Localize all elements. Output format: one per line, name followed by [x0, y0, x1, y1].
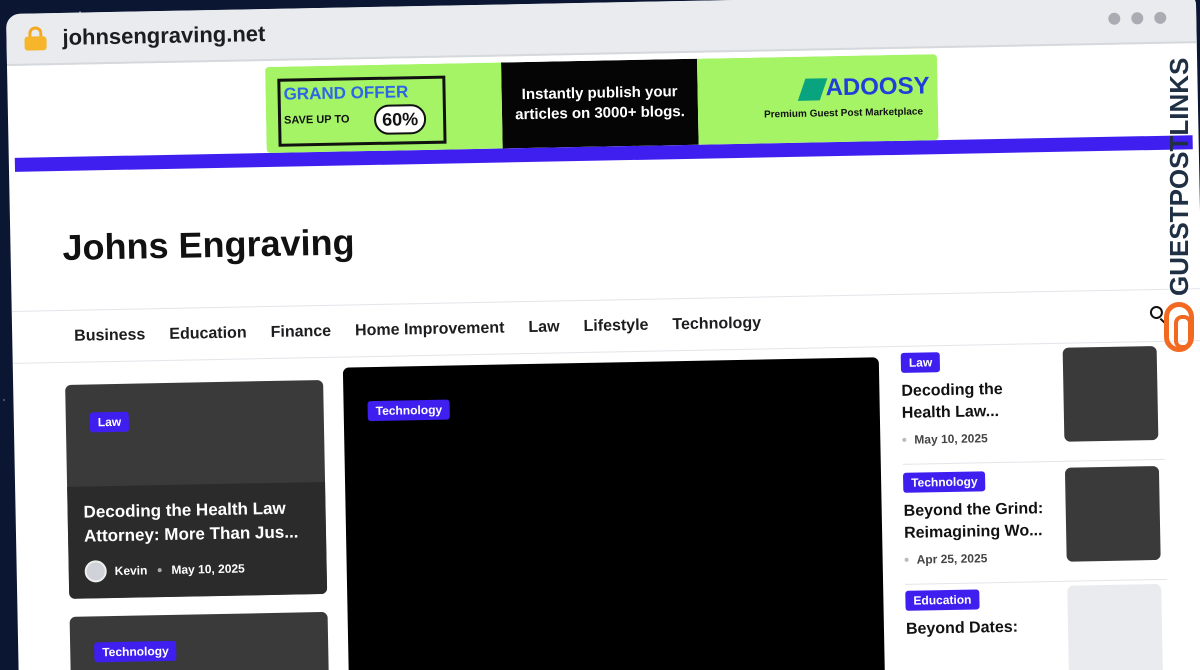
- site-header: Johns Engraving: [9, 149, 1200, 312]
- nav-item-home-improvement[interactable]: Home Improvement: [355, 319, 505, 340]
- adoosy-logo-icon: [797, 78, 828, 101]
- window-controls: [1108, 11, 1167, 25]
- post-date: May 10, 2025: [902, 431, 988, 447]
- category-badge[interactable]: Education: [905, 589, 980, 611]
- post-card[interactable]: Technology: [69, 611, 330, 670]
- nav-item-finance[interactable]: Finance: [270, 322, 331, 341]
- post-title[interactable]: Beyond the Grind: Reimagining Wo...: [904, 498, 1055, 545]
- post-author[interactable]: Kevin: [115, 563, 148, 578]
- post-thumbnail[interactable]: [1062, 345, 1159, 442]
- list-item[interactable]: Technology Beyond the Grind: Reimagining…: [902, 461, 1168, 585]
- nav-item-education[interactable]: Education: [169, 324, 247, 343]
- ad-brand-name: ADOOSY: [825, 72, 930, 102]
- post-thumbnail[interactable]: [1067, 583, 1163, 670]
- featured-post-title[interactable]: Decoding the Health Law Attorney: More T…: [83, 496, 310, 548]
- nav-item-technology[interactable]: Technology: [672, 314, 761, 334]
- post-title[interactable]: Beyond Dates:: [906, 616, 1056, 641]
- post-thumbnail[interactable]: [1064, 465, 1161, 562]
- link-icon: [1164, 302, 1194, 352]
- browser-window: johnsengraving.net GRAND OFFER SAVE UP T…: [6, 0, 1200, 670]
- ad-save-text: SAVE UP TO: [283, 113, 350, 127]
- post-date: Apr 25, 2025: [904, 551, 987, 567]
- site-title[interactable]: Johns Engraving: [62, 221, 355, 269]
- lock-icon: [24, 26, 47, 51]
- address-bar-url[interactable]: johnsengraving.net: [62, 21, 265, 51]
- ad-banner[interactable]: GRAND OFFER SAVE UP TO 60% Instantly pub…: [265, 54, 939, 154]
- watermark-text: GUESTPOSTLINKS: [1164, 57, 1194, 296]
- avatar: [84, 560, 107, 583]
- featured-post-card[interactable]: Law Decoding the Health Law Attorney: Mo…: [65, 379, 328, 599]
- ad-offer-panel: GRAND OFFER SAVE UP TO 60%: [265, 62, 503, 154]
- category-badge[interactable]: Law: [89, 411, 130, 433]
- ad-brand-panel: ADOOSY Premium Guest Post Marketplace: [696, 54, 939, 145]
- meta-separator: [157, 568, 162, 573]
- list-item[interactable]: Education Beyond Dates:: [905, 580, 1169, 670]
- window-control-dot[interactable]: [1108, 12, 1121, 25]
- category-badge[interactable]: Law: [900, 352, 941, 373]
- nav-item-lifestyle[interactable]: Lifestyle: [583, 316, 648, 335]
- watermark: GUESTPOSTLINKS: [1158, 56, 1198, 356]
- nav-item-business[interactable]: Business: [74, 326, 145, 345]
- category-badge[interactable]: Technology: [94, 640, 177, 663]
- post-date: May 10, 2025: [171, 561, 245, 577]
- nav-item-law[interactable]: Law: [528, 318, 559, 337]
- list-item[interactable]: Law Decoding the Health Law... May 10, 2…: [900, 341, 1165, 465]
- window-control-dot[interactable]: [1131, 12, 1144, 25]
- main-content: Law Decoding the Health Law Attorney: Mo…: [13, 341, 1200, 670]
- category-badge[interactable]: Technology: [902, 471, 986, 493]
- sidebar-posts: Law Decoding the Health Law... May 10, 2…: [900, 341, 1170, 670]
- ad-message: Instantly publish your articles on 3000+…: [501, 58, 699, 149]
- ad-grand-offer: GRAND OFFER: [283, 82, 409, 104]
- post-meta: Kevin May 10, 2025: [84, 556, 311, 583]
- post-title[interactable]: Decoding the Health Law...: [901, 378, 1052, 425]
- featured-post-info: Decoding the Health Law Attorney: More T…: [67, 481, 328, 599]
- hero-post[interactable]: Technology: [342, 357, 885, 670]
- category-badge[interactable]: Technology: [367, 399, 451, 422]
- ad-tagline: Premium Guest Post Marketplace: [763, 106, 924, 121]
- window-control-dot[interactable]: [1154, 11, 1167, 24]
- ad-percent: 60%: [373, 103, 427, 135]
